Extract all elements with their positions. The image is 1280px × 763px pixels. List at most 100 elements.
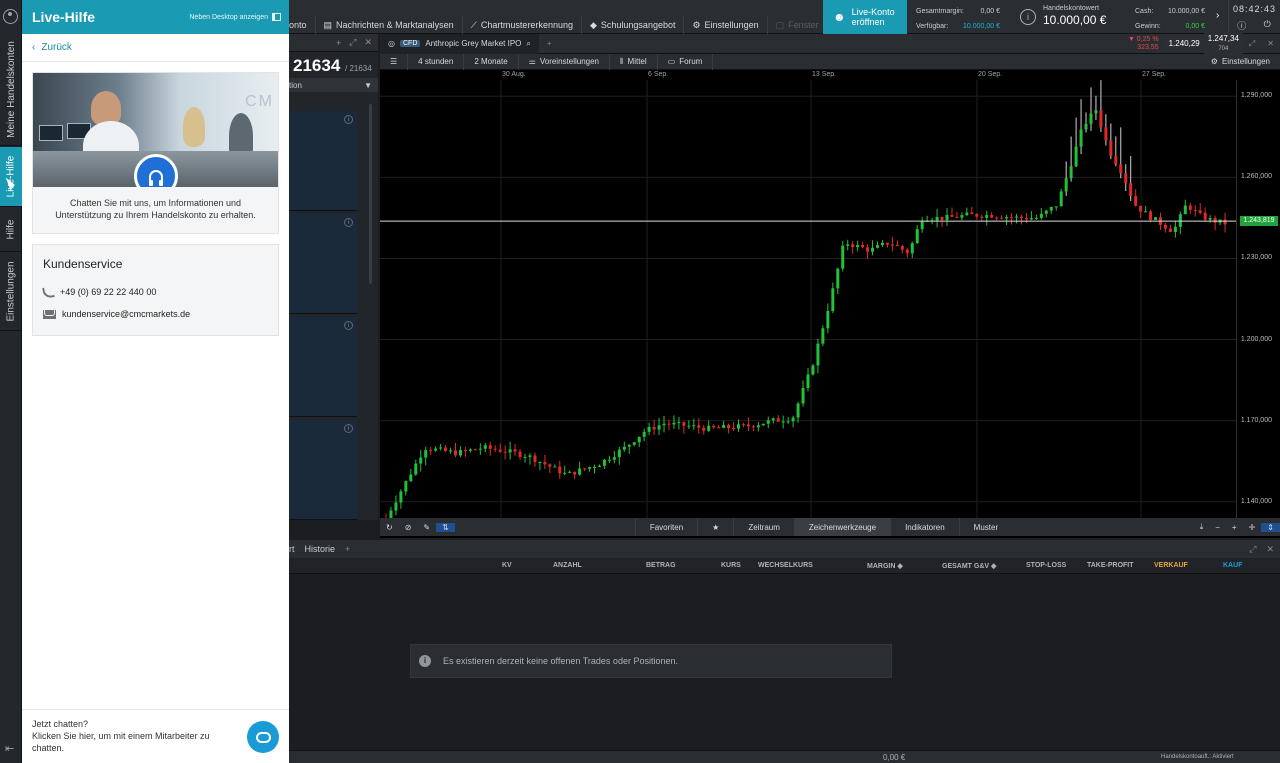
star-icon[interactable]: ★ — [697, 518, 733, 536]
col-take-profit[interactable]: TAKE-PROFIT — [1087, 562, 1134, 569]
col-gesamt-gv[interactable]: GESAMT G&V ◆ — [942, 562, 996, 570]
candle-body — [687, 425, 691, 427]
range-select[interactable]: 2 Monate — [464, 53, 519, 70]
presets-button[interactable]: ⚌ Voreinstellungen — [519, 53, 610, 70]
col-stop-loss[interactable]: STOP-LOSS — [1026, 562, 1066, 569]
zoom-in-icon[interactable]: + — [1226, 523, 1243, 532]
info-icon[interactable]: ⓘ — [1237, 19, 1247, 32]
crosshair-icon[interactable]: ✛ — [1243, 523, 1262, 532]
favorites-button[interactable]: Favoriten — [634, 518, 697, 536]
vtab-meine-handelskonten[interactable]: Meine Handelskonten — [0, 34, 22, 146]
info-icon[interactable]: i — [344, 115, 353, 124]
candle-body — [732, 428, 736, 430]
cash-info: Cash: 10.000,00 € Gewinn: 0,00 € — [1135, 8, 1205, 30]
candle-body — [786, 421, 790, 423]
add-tab-icon[interactable]: + — [539, 39, 560, 48]
menu-icon[interactable]: ☰ — [380, 53, 409, 70]
back-link[interactable]: ‹ Zurück — [22, 34, 289, 62]
search-icon[interactable]: ⌕ — [526, 39, 530, 49]
col-kv[interactable]: KV — [502, 562, 512, 569]
phone-icon — [42, 285, 55, 299]
power-icon[interactable]: ⏻ — [1264, 19, 1272, 32]
vtab-einstellungen[interactable]: Einstellungen — [0, 253, 22, 331]
sell-price-button[interactable]: 1.240,29 — [1164, 38, 1204, 49]
candlestick-chart[interactable] — [380, 80, 1236, 518]
expand-icon[interactable]: ⤢ — [1243, 39, 1261, 49]
watchlist-tile[interactable]: i — [289, 214, 357, 314]
drawing-tools-button[interactable]: Zeichenwerkzeuge — [793, 518, 891, 536]
watchlist-tile[interactable]: i — [289, 420, 357, 520]
plus-icon[interactable]: + — [336, 38, 341, 48]
nav-item-window[interactable]: ▢ Fenster — [766, 16, 827, 34]
timeframe-button[interactable]: Zeitraum — [733, 518, 794, 536]
indicators-button[interactable]: Indikatoren — [890, 518, 959, 536]
nav-item-training[interactable]: ◆ Schulungsangebot — [580, 16, 683, 34]
buy-price-button[interactable]: 1.247,34 704 — [1203, 32, 1243, 55]
zoom-out-icon[interactable]: − — [1209, 523, 1226, 532]
detach-toggle[interactable]: Neben Desktop anzeigen — [189, 13, 281, 21]
tab-report[interactable]: rt — [289, 544, 295, 554]
graduation-icon: ◆ — [589, 19, 597, 30]
candle-body — [697, 425, 701, 428]
candle-body — [736, 424, 740, 429]
col-verkauf[interactable]: VERKAUF — [1154, 562, 1188, 569]
gear-icon[interactable]: ◎ — [388, 39, 395, 48]
watchlist-tile[interactable]: i — [289, 111, 357, 211]
candle-body — [637, 436, 641, 443]
expand-icon[interactable]: ⤢ — [349, 37, 356, 48]
info-icon[interactable]: i — [1020, 9, 1036, 25]
info-icon[interactable]: i — [344, 424, 353, 433]
phone-row[interactable]: +49 (0) 69 22 22 440 00 — [42, 281, 268, 303]
cursor-tool-icon[interactable]: ⇅ — [436, 522, 455, 532]
instrument-tab[interactable]: ◎ CFD Anthropic Grey Market IPO ⌕ — [380, 33, 539, 54]
close-icon[interactable]: ✕ — [364, 37, 372, 48]
email-row[interactable]: kundenservice@cmcmarkets.de — [43, 303, 268, 325]
add-tab-icon[interactable]: + — [345, 544, 350, 554]
col-kauf[interactable]: KAUF — [1223, 562, 1242, 569]
nav-item-konto[interactable]: onto — [289, 16, 315, 34]
chat-now-bar[interactable]: Jetzt chatten? Klicken Sie hier, um mit … — [22, 709, 289, 763]
info-icon[interactable]: i — [344, 218, 353, 227]
instrument-selector[interactable]: tion ▼ — [289, 78, 378, 92]
chevron-right-icon[interactable]: › — [1216, 10, 1219, 21]
open-live-account-button[interactable]: ☻ Live-Konto eröffnen — [823, 0, 907, 34]
nav-item-settings[interactable]: ⚙ Einstellungen — [683, 16, 766, 34]
scrollbar[interactable] — [369, 104, 372, 284]
candle-body — [602, 459, 606, 466]
email-address: kundenservice@cmcmarkets.de — [62, 309, 191, 319]
candle-body — [1049, 207, 1053, 211]
close-icon[interactable]: ✕ — [1266, 544, 1280, 555]
empty-positions-notice: i Es existieren derzeit keine offenen Tr… — [410, 644, 892, 678]
candle-body — [910, 243, 914, 254]
user-icon[interactable] — [3, 9, 18, 24]
col-betrag[interactable]: BETRAG — [646, 562, 676, 569]
vtab-hilfe[interactable]: Hilfe — [0, 208, 22, 252]
interval-select[interactable]: 4 stunden — [408, 53, 465, 70]
col-wechselkurs[interactable]: WECHSELKURS — [758, 562, 813, 569]
pencil-icon[interactable]: ✎ — [417, 523, 436, 532]
nav-item-pattern[interactable]: ⟋ Chartmustererkennung — [461, 16, 581, 34]
close-icon[interactable]: ✕ — [1261, 39, 1280, 48]
watchlist-tile[interactable]: i — [289, 317, 357, 417]
cancel-icon[interactable]: ⊘ — [399, 523, 418, 532]
download-icon[interactable]: ⤓ — [1194, 522, 1210, 532]
candle-body — [1059, 191, 1063, 207]
info-icon[interactable]: i — [344, 321, 353, 330]
col-anzahl[interactable]: ANZAHL — [553, 562, 582, 569]
candle-body — [1064, 178, 1068, 192]
chart-settings-button[interactable]: ⚙ Einstellungen — [1201, 54, 1280, 70]
col-kurs[interactable]: KURS — [721, 562, 741, 569]
col-margin[interactable]: MARGIN ◆ — [867, 562, 903, 570]
chat-card[interactable]: CM Chatten Sie mit uns, um Informationen… — [32, 72, 279, 234]
patterns-button[interactable]: Muster — [958, 518, 1012, 536]
chat-button[interactable] — [247, 721, 279, 753]
tab-historie[interactable]: Historie — [305, 544, 336, 554]
nav-item-news[interactable]: ▤ Nachrichten & Marktanalysen — [314, 16, 462, 34]
collapse-icon[interactable]: ⇤ — [5, 742, 14, 755]
average-button[interactable]: ⦀ Mittel — [610, 53, 658, 70]
refresh-icon[interactable]: ↻ — [380, 523, 399, 532]
date-axis: 30 Aug. 6 Sep. 13 Sep. 20 Sep. 27 Sep. — [380, 70, 1236, 80]
expand-icon[interactable]: ⤢ — [1249, 544, 1256, 555]
forum-button[interactable]: ▭ Forum — [658, 53, 714, 70]
fit-icon[interactable]: ⇕ — [1261, 522, 1280, 532]
